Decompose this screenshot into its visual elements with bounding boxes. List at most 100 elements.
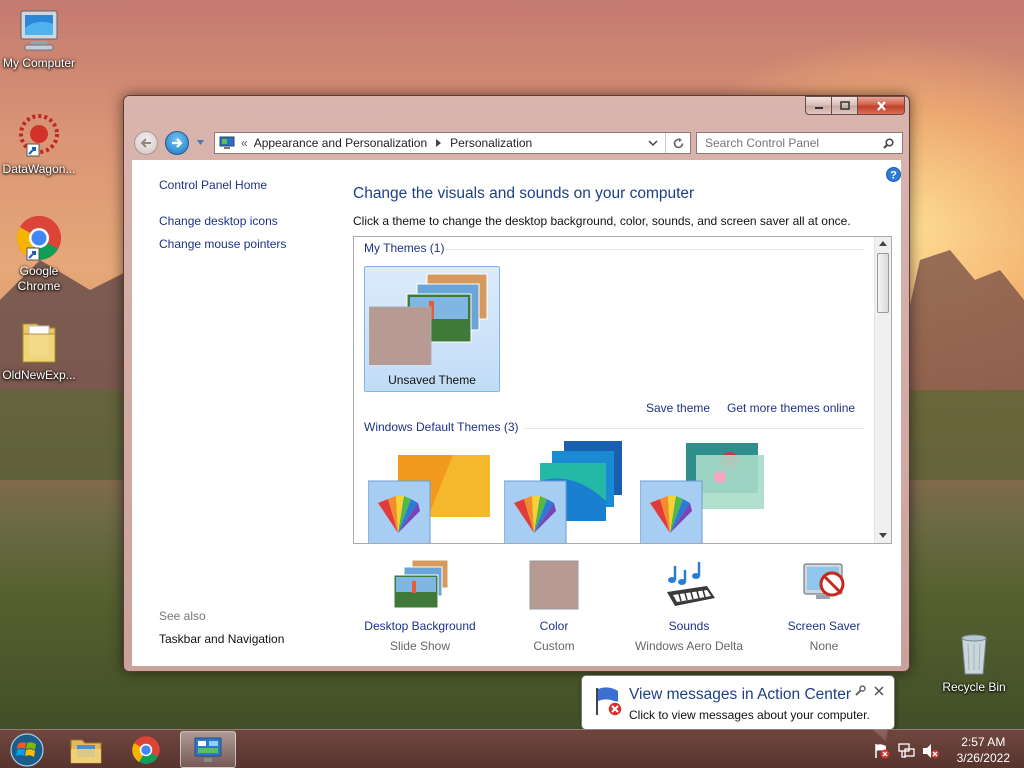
- screen-saver-setting[interactable]: Screen Saver None: [759, 560, 889, 653]
- action-center-notification[interactable]: View messages in Action Center Click to …: [581, 675, 895, 743]
- breadcrumb-prefix[interactable]: «: [241, 136, 248, 150]
- maximize-icon: [839, 101, 850, 110]
- close-button[interactable]: [858, 96, 905, 115]
- desktop-icon-label: My Computer: [2, 56, 76, 70]
- sounds-label[interactable]: Sounds: [624, 619, 754, 633]
- change-desktop-icons-link[interactable]: Change desktop icons: [159, 214, 278, 228]
- theme-tile-flowers[interactable]: [639, 441, 770, 543]
- action-center-flag-icon: [596, 687, 623, 717]
- file-explorer-button[interactable]: [58, 731, 114, 768]
- windows-theme-preview: [367, 455, 490, 543]
- desktop-icon-google-chrome[interactable]: Google Chrome: [0, 214, 78, 294]
- theme-tile-unsaved[interactable]: Unsaved Theme: [364, 266, 500, 392]
- control-panel-taskbar-button[interactable]: [180, 731, 236, 768]
- unsaved-theme-preview: [369, 273, 488, 365]
- help-icon[interactable]: ?: [886, 167, 901, 182]
- page-title: Change the visuals and sounds on your co…: [353, 185, 695, 202]
- action-center-tray-icon[interactable]: [873, 743, 891, 759]
- change-mouse-pointers-link[interactable]: Change mouse pointers: [159, 237, 286, 251]
- screen-saver-value: None: [809, 639, 839, 653]
- scroll-up-icon[interactable]: [879, 241, 887, 246]
- back-arrow-icon: [140, 138, 151, 148]
- forward-arrow-icon: [172, 138, 183, 148]
- notification-settings-icon[interactable]: [854, 685, 866, 697]
- screen-saver-label[interactable]: Screen Saver: [759, 619, 889, 633]
- color-value: Custom: [533, 639, 575, 653]
- theme-list: My Themes (1) Unsaved Theme Save theme G…: [353, 236, 892, 544]
- desktop-icon-datawagon[interactable]: DataWagon...: [0, 114, 78, 177]
- breadcrumb-separator-icon: [436, 139, 442, 147]
- sounds-icon: [667, 562, 715, 606]
- back-button[interactable]: [134, 131, 158, 155]
- caption-buttons: [805, 96, 905, 115]
- desktop-background-label[interactable]: Desktop Background: [355, 619, 485, 633]
- forward-button[interactable]: [165, 131, 189, 155]
- theme-tile-windows[interactable]: [367, 441, 498, 543]
- sounds-value: Windows Aero Delta: [634, 639, 744, 653]
- clock-time: 2:57 AM: [961, 735, 1006, 749]
- system-clock[interactable]: 2:57 AM 3/26/2022: [957, 734, 1010, 766]
- desktop-icon-my-computer[interactable]: My Computer: [0, 8, 78, 71]
- maximize-button[interactable]: [832, 96, 858, 115]
- chrome-icon: [17, 216, 61, 261]
- desktop-background-icon: [393, 559, 449, 609]
- folder-icon: [22, 323, 56, 363]
- svg-text:?: ?: [890, 170, 897, 182]
- theme-list-scrollbar[interactable]: [874, 237, 891, 543]
- content-pane: Control Panel Home Change desktop icons …: [132, 160, 901, 666]
- get-more-themes-link[interactable]: Get more themes online: [727, 401, 855, 415]
- page-subtitle: Click a theme to change the desktop back…: [353, 214, 851, 228]
- windows-logo-icon: [10, 732, 44, 767]
- default-themes-group-label: Windows Default Themes (3): [364, 420, 519, 434]
- save-theme-link[interactable]: Save theme: [646, 401, 710, 415]
- google-chrome-taskbar-button[interactable]: [118, 731, 174, 768]
- network-tray-icon[interactable]: [897, 743, 915, 759]
- scroll-down-icon[interactable]: [879, 533, 887, 538]
- control-panel-home-link[interactable]: Control Panel Home: [159, 178, 267, 192]
- notification-body[interactable]: Click to view messages about your comput…: [629, 708, 870, 722]
- desktop-icon-label: DataWagon...: [2, 162, 76, 176]
- personalization-window: « Appearance and Personalization Persona…: [123, 95, 910, 672]
- refresh-icon[interactable]: [672, 137, 685, 150]
- theme-tile-windows-aero[interactable]: [503, 441, 634, 543]
- taskbar: 2:57 AM 3/26/2022: [0, 729, 1024, 768]
- volume-muted-tray-icon[interactable]: [921, 743, 939, 759]
- desktop-icon-label: Google Chrome: [17, 264, 61, 293]
- taskbar-navigation-link[interactable]: Taskbar and Navigation: [159, 632, 284, 646]
- desktop-icon-label: Recycle Bin: [942, 680, 1006, 694]
- scrollbar-thumb[interactable]: [877, 253, 889, 313]
- computer-icon: [20, 10, 58, 51]
- flowers-theme-preview: [639, 443, 764, 543]
- search-icon[interactable]: [883, 138, 894, 149]
- color-swatch-icon: [529, 560, 579, 610]
- aero-theme-preview: [503, 441, 622, 543]
- minimize-button[interactable]: [805, 96, 832, 115]
- control-panel-icon: [194, 737, 222, 762]
- close-icon: [876, 100, 886, 111]
- notification-title[interactable]: View messages in Action Center: [629, 686, 851, 704]
- desktop-icon-label: OldNewExp...: [2, 368, 76, 382]
- recycle-bin-icon: [961, 634, 987, 675]
- clock-date: 3/26/2022: [956, 751, 1010, 765]
- color-label[interactable]: Color: [489, 619, 619, 633]
- search-box[interactable]: Search Control Panel: [696, 132, 903, 154]
- desktop-background-setting[interactable]: Desktop Background Slide Show: [355, 559, 485, 653]
- notification-close-icon[interactable]: [874, 686, 884, 696]
- sounds-setting[interactable]: Sounds Windows Aero Delta: [624, 560, 754, 653]
- address-bar[interactable]: « Appearance and Personalization Persona…: [214, 132, 691, 154]
- color-setting[interactable]: Color Custom: [489, 560, 619, 653]
- minimize-icon: [814, 106, 823, 109]
- recent-pages-dropdown[interactable]: [197, 140, 204, 146]
- breadcrumb-personalization[interactable]: Personalization: [450, 136, 532, 150]
- desktop-icon-oldnewexp[interactable]: OldNewExp...: [0, 318, 78, 383]
- start-button[interactable]: [2, 731, 52, 768]
- breadcrumb-appearance[interactable]: Appearance and Personalization: [254, 136, 427, 150]
- navigation-bar: « Appearance and Personalization Persona…: [132, 129, 903, 157]
- address-dropdown-icon[interactable]: [648, 139, 658, 147]
- unsaved-theme-label: Unsaved Theme: [388, 373, 476, 387]
- datawagon-icon: [19, 114, 59, 157]
- desktop-icon-recycle-bin[interactable]: Recycle Bin: [935, 630, 1013, 695]
- folder-library-icon: [70, 739, 102, 763]
- my-themes-group-label: My Themes (1): [364, 241, 445, 255]
- chrome-icon: [132, 735, 160, 764]
